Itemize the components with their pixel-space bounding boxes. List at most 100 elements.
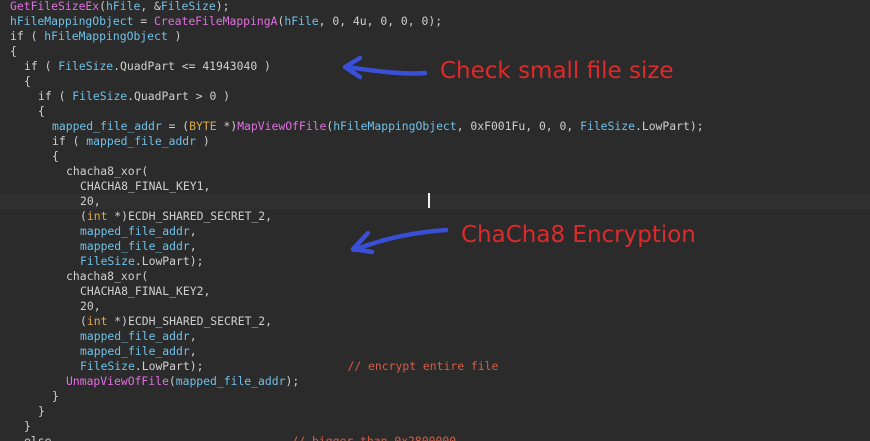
code-line[interactable]: { xyxy=(0,149,870,164)
code-token: hFileMappingObject xyxy=(10,14,134,28)
code-token: , 0xF001Fu, 0, 0, xyxy=(456,119,581,133)
code-line[interactable]: if ( FileSize.QuadPart <= 41943040 ) xyxy=(0,59,870,74)
code-token: } xyxy=(24,419,31,433)
code-token: = xyxy=(133,14,155,28)
code-token: *)ECDH_SHARED_SECRET_2, xyxy=(107,209,273,223)
code-line[interactable]: mapped_file_addr, xyxy=(0,239,870,254)
code-token: mapped_file_addr xyxy=(175,374,286,388)
code-token: UnmapViewOfFile xyxy=(66,374,169,388)
code-line[interactable]: UnmapViewOfFile(mapped_file_addr); xyxy=(0,374,870,389)
code-line[interactable]: if ( mapped_file_addr ) xyxy=(0,134,870,149)
code-token: FileSize xyxy=(58,59,114,73)
code-token: if xyxy=(24,59,38,73)
code-line[interactable]: (int *)ECDH_SHARED_SECRET_2, xyxy=(0,209,870,224)
code-line[interactable]: (int *)ECDH_SHARED_SECRET_2, xyxy=(0,314,870,329)
code-line[interactable]: } xyxy=(0,389,870,404)
code-token: BYTE xyxy=(189,119,217,133)
code-token: hFileMappingObject xyxy=(333,119,457,133)
code-line[interactable]: { xyxy=(0,104,870,119)
code-token: mapped_file_addr xyxy=(80,239,190,253)
code-token: ); xyxy=(285,374,300,388)
annotation-encryption: ChaCha8 Encryption xyxy=(461,222,696,248)
code-token: if xyxy=(52,134,66,148)
code-token: ( xyxy=(37,59,59,73)
annotation-check-size: Check small file size xyxy=(440,58,674,84)
code-token: ); xyxy=(215,0,230,13)
code-line[interactable]: mapped_file_addr = (BYTE *)MapViewOfFile… xyxy=(0,119,870,134)
code-token: } xyxy=(38,404,45,418)
code-token: *) xyxy=(216,119,238,133)
code-line[interactable]: } xyxy=(0,419,870,434)
code-token: , & xyxy=(140,0,161,13)
code-token: GetFileSizeEx xyxy=(10,0,100,13)
code-token: , xyxy=(189,329,197,343)
code-token: FileSize xyxy=(72,89,128,103)
code-token: mapped_file_addr xyxy=(80,329,190,343)
code-token: if xyxy=(38,89,52,103)
code-token: mapped_file_addr xyxy=(80,224,190,238)
code-token: if xyxy=(10,29,24,43)
code-line[interactable]: CHACHA8_FINAL_KEY1, xyxy=(0,179,870,194)
code-token: *)ECDH_SHARED_SECRET_2, xyxy=(107,314,273,328)
code-token: CHACHA8_FINAL_KEY1, xyxy=(80,179,211,193)
code-token: ( xyxy=(51,89,73,103)
code-line[interactable]: 20, xyxy=(0,194,870,209)
code-token: mapped_file_addr xyxy=(86,134,197,148)
code-token: ) xyxy=(167,29,182,43)
code-token: , xyxy=(189,224,197,238)
code-line[interactable]: mapped_file_addr, xyxy=(0,329,870,344)
code-token: .LowPart); xyxy=(134,254,204,268)
code-token: mapped_file_addr xyxy=(52,119,162,133)
code-token: ( xyxy=(80,209,87,223)
code-token: ( xyxy=(168,374,176,388)
code-token: hFile xyxy=(106,0,141,13)
code-token: = ( xyxy=(161,119,190,133)
code-line[interactable]: chacha8_xor( xyxy=(0,164,870,179)
code-line[interactable]: else // bigger than 0x2800000 xyxy=(0,434,870,441)
code-token: { xyxy=(24,74,31,88)
code-token: int xyxy=(86,314,108,328)
code-line[interactable]: hFileMappingObject = CreateFileMappingA(… xyxy=(0,14,870,29)
code-line[interactable]: mapped_file_addr, xyxy=(0,224,870,239)
code-token: .LowPart); xyxy=(634,119,704,133)
code-token: hFileMappingObject xyxy=(44,29,168,43)
code-token: FileSize xyxy=(580,119,635,133)
code-token: chacha8_xor( xyxy=(66,164,149,178)
code-token: , xyxy=(189,239,197,253)
code-token: , 0, 4u, 0, 0, 0); xyxy=(318,14,443,28)
code-token: { xyxy=(10,44,17,58)
code-line[interactable]: { xyxy=(0,74,870,89)
code-line[interactable]: FileSize.LowPart); xyxy=(0,254,870,269)
code-token: .QuadPart > 0 ) xyxy=(127,89,231,103)
code-line[interactable]: mapped_file_addr, xyxy=(0,344,870,359)
code-token: // bigger than 0x2800000 xyxy=(291,434,457,441)
code-line[interactable]: if ( hFileMappingObject ) xyxy=(0,29,870,44)
code-token: CreateFileMappingA xyxy=(154,14,278,28)
code-token: FileSize xyxy=(160,0,216,13)
code-token: ( xyxy=(99,0,107,13)
code-editor[interactable]: GetFileSizeEx(hFile, &FileSize); hFileMap… xyxy=(0,0,870,441)
code-line[interactable]: FileSize.LowPart); // encrypt entire fil… xyxy=(0,359,870,374)
code-token: ( xyxy=(65,134,87,148)
code-token: CHACHA8_FINAL_KEY2, xyxy=(80,284,211,298)
code-token: .QuadPart <= 41943040 ) xyxy=(113,59,271,73)
code-token: mapped_file_addr xyxy=(80,344,190,358)
code-token: // encrypt entire file xyxy=(347,359,499,373)
code-line[interactable]: { xyxy=(0,44,870,59)
code-line[interactable]: 20, xyxy=(0,299,870,314)
code-token: ( xyxy=(23,29,45,43)
code-line[interactable]: } xyxy=(0,404,870,419)
code-token: 20, xyxy=(80,299,101,313)
code-token: FileSize xyxy=(80,254,135,268)
code-token: 20, xyxy=(80,194,101,208)
code-token: , xyxy=(189,344,197,358)
code-line[interactable]: CHACHA8_FINAL_KEY2, xyxy=(0,284,870,299)
code-token: { xyxy=(52,149,59,163)
code-line[interactable]: chacha8_xor( xyxy=(0,269,870,284)
code-token: FileSize xyxy=(80,359,135,373)
code-token: MapViewOfFile xyxy=(237,119,327,133)
code-line[interactable]: if ( FileSize.QuadPart > 0 ) xyxy=(0,89,870,104)
code-line[interactable]: GetFileSizeEx(hFile, &FileSize); xyxy=(0,0,870,14)
